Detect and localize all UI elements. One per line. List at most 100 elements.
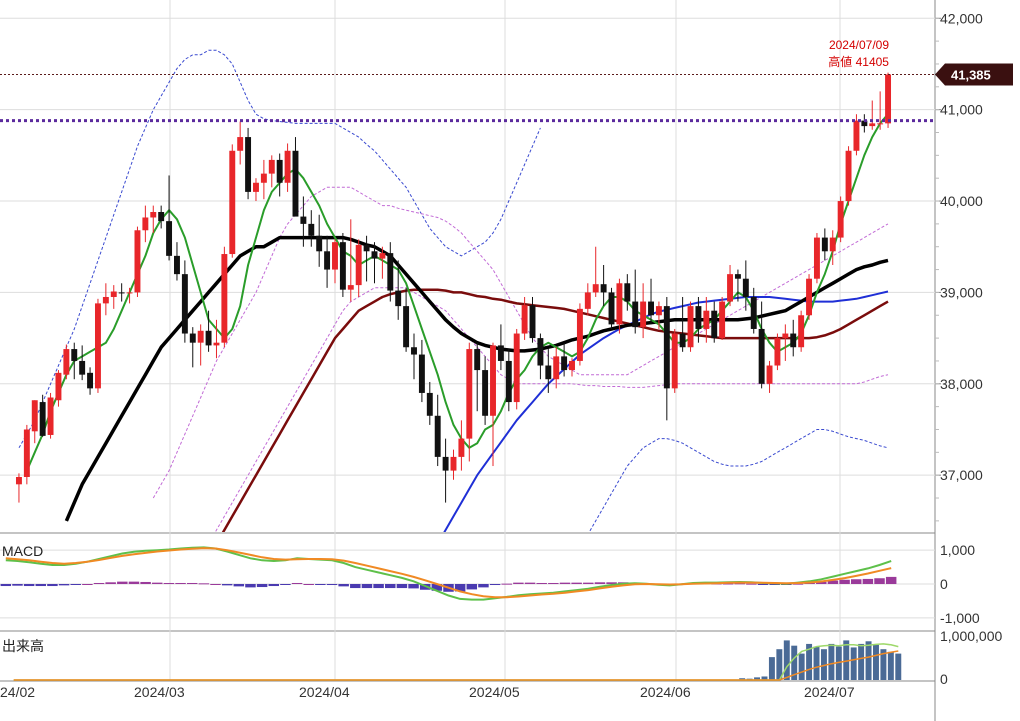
candle-body [387, 253, 394, 291]
macd-hist-bar [850, 579, 862, 584]
macd-hist-bar [466, 584, 478, 590]
macd-hist-bar [58, 584, 70, 586]
macd-axis-tick: -1,000 [940, 610, 980, 626]
macd-axis-tick: 0 [940, 576, 948, 592]
candle-body [561, 356, 568, 371]
candle-body [482, 370, 489, 416]
macd-hist-bar [280, 584, 291, 585]
volume-bar [850, 647, 857, 680]
candle-body [845, 150, 852, 202]
macd-hist-bar [338, 584, 349, 587]
volume-bar [873, 644, 879, 680]
candle-body [537, 338, 544, 366]
last-price-label: 41,385 [951, 67, 991, 82]
candle-body [324, 251, 331, 270]
candle-body [711, 310, 718, 339]
candle-body [300, 216, 307, 224]
macd-hist-bar [175, 582, 186, 584]
macd-hist-bar [373, 584, 384, 589]
candle-body [829, 237, 836, 252]
candle-body [521, 305, 528, 334]
candle-body [600, 284, 607, 293]
macd-axis-tick: 1,000 [940, 542, 975, 558]
volume-bar [895, 653, 902, 680]
candle-body [624, 283, 631, 302]
macd-hist-bar [93, 582, 105, 584]
chart-svg: 41,385 2024/07/09 高値 41405 MACD 出来高 24/02 2… [0, 0, 1020, 721]
candle-body [853, 120, 860, 151]
candle-body [458, 438, 465, 457]
candle-body [877, 123, 884, 125]
price-axis-tick: 38,000 [940, 376, 983, 392]
macd-hist-bar [594, 582, 606, 584]
macd-hist-bar [326, 584, 338, 586]
candle-body [742, 278, 749, 297]
price-axis-tick: 42,000 [940, 10, 983, 26]
macd-hist-bar [256, 584, 268, 588]
candle-body [418, 354, 425, 393]
candle-body [671, 333, 678, 389]
candle-body [640, 301, 647, 328]
macd-hist-bar [140, 581, 151, 584]
macd-hist-bar [0, 584, 12, 587]
candle-body [355, 244, 362, 286]
candle-body [584, 292, 591, 309]
candle-body [529, 305, 536, 339]
candle-body [758, 328, 765, 384]
macd-hist-bar [315, 584, 326, 585]
candle-body [687, 306, 694, 348]
volume-axis-tick: 1,000,000 [940, 628, 1002, 644]
macd-hist-bar [559, 582, 571, 584]
candle-body [339, 242, 346, 290]
candle-body [719, 301, 726, 339]
x-month-label: 2024/03 [134, 684, 185, 700]
volume-axis-tick: 0 [940, 671, 948, 687]
candle-body [679, 333, 686, 348]
candle-body [308, 223, 315, 236]
candle-body [490, 345, 496, 416]
candle-body [474, 349, 481, 371]
macd-hist-bar [885, 576, 897, 584]
macd-hist-bar [221, 584, 233, 586]
candle-body [466, 349, 473, 439]
macd-hist-bar [524, 582, 536, 584]
candle-body [213, 342, 220, 346]
candle-body [276, 159, 283, 183]
candle-body [806, 278, 813, 316]
macd-hist-bar [105, 582, 116, 584]
macd-hist-bar [198, 583, 210, 585]
candle-body [869, 123, 876, 127]
candle-body [655, 306, 662, 316]
macd-hist-bar [757, 584, 769, 585]
candle-body [79, 360, 86, 375]
macd-hist-bar [536, 582, 547, 584]
volume-bar [798, 653, 805, 680]
candle-body [197, 330, 204, 343]
candle-body [695, 306, 702, 329]
macd-hist-bar [361, 584, 373, 589]
candle-body [703, 310, 710, 329]
macd-hist-bar [478, 584, 489, 588]
candle-body [205, 330, 212, 346]
macd-hist-bar [746, 583, 757, 585]
volume-bar [768, 657, 775, 680]
candle-body [142, 217, 149, 231]
macd-hist-bar [501, 583, 512, 585]
candle-body [632, 301, 639, 328]
candle-body [395, 290, 402, 307]
macd-hist-bar [163, 582, 175, 584]
candle-body [110, 291, 117, 297]
macd-hist-bar [117, 581, 128, 584]
candle-body [221, 254, 228, 343]
candle-body [434, 415, 441, 457]
macd-hist-bar [268, 584, 280, 587]
candle-body [15, 477, 22, 485]
candle-body [158, 212, 165, 222]
candle-body [332, 242, 338, 270]
candle-body [316, 235, 323, 252]
macd-hist-bar [70, 584, 81, 585]
candle-body [292, 150, 299, 217]
macd-hist-bar [233, 584, 245, 587]
high-annotation-date: 2024/07/09 [829, 38, 889, 52]
x-month-label: 2024/06 [640, 684, 691, 700]
